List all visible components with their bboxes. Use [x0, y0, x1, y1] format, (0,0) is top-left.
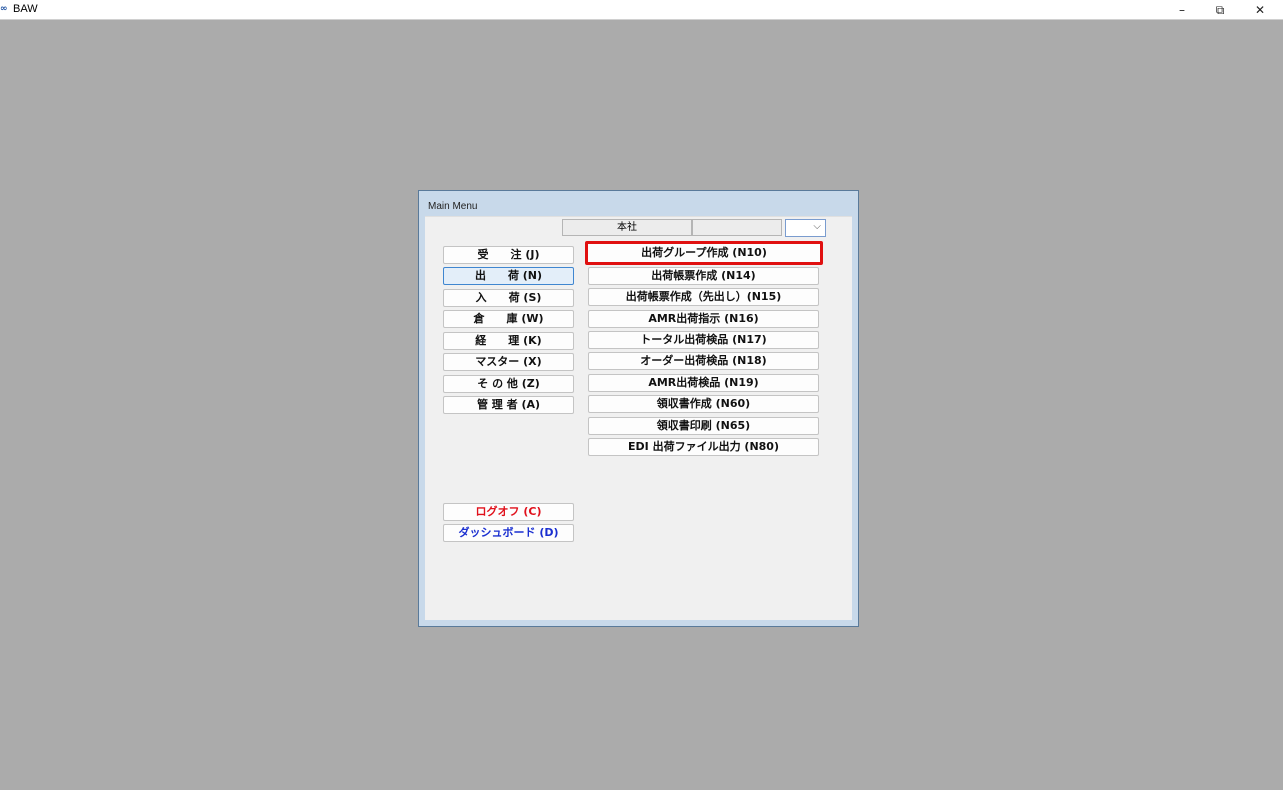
function-label: 出荷帳票作成 (N14)	[651, 269, 756, 282]
function-button-n19[interactable]: AMR出荷検品 (N19)	[588, 374, 819, 392]
category-button-master[interactable]: マスター (X)	[443, 353, 574, 371]
category-label: 管 理 者 (A)	[476, 398, 541, 411]
minimize-button[interactable]: –	[1162, 0, 1202, 20]
category-label: 倉 庫 (W)	[473, 312, 544, 325]
function-button-n10[interactable]: 出荷グループ作成 (N10)	[585, 241, 823, 265]
main-menu-window: Main Menu 本社 ⌵ 受 注 (J) 出 荷 (N) 入 荷 (S) 倉…	[418, 190, 859, 627]
function-button-n60[interactable]: 領収書作成 (N60)	[588, 395, 819, 413]
branch-extra-field	[692, 219, 782, 236]
function-label: AMR出荷検品 (N19)	[648, 376, 759, 389]
main-menu-title: Main Menu	[428, 201, 478, 212]
logoff-button[interactable]: ログオフ (C)	[443, 503, 574, 521]
dashboard-label: ダッシュボード (D)	[458, 526, 559, 539]
function-button-n15[interactable]: 出荷帳票作成（先出し）(N15)	[588, 288, 819, 306]
category-label: 入 荷 (S)	[475, 291, 542, 304]
category-button-receiving[interactable]: 入 荷 (S)	[443, 289, 574, 307]
function-button-n18[interactable]: オーダー出荷検品 (N18)	[588, 352, 819, 370]
branch-field: 本社	[562, 219, 692, 236]
function-label: トータル出荷検品 (N17)	[640, 333, 767, 346]
category-button-warehouse[interactable]: 倉 庫 (W)	[443, 310, 574, 328]
function-button-n65[interactable]: 領収書印刷 (N65)	[588, 417, 819, 435]
function-label: AMR出荷指示 (N16)	[648, 312, 759, 325]
function-label: オーダー出荷検品 (N18)	[640, 354, 767, 367]
category-button-order[interactable]: 受 注 (J)	[443, 246, 574, 264]
branch-select[interactable]: ⌵	[785, 219, 826, 237]
function-label: EDI 出荷ファイル出力 (N80)	[628, 440, 779, 453]
function-label: 領収書作成 (N60)	[656, 397, 751, 410]
main-menu-body: 本社 ⌵ 受 注 (J) 出 荷 (N) 入 荷 (S) 倉 庫 (W) 経 理…	[425, 216, 852, 620]
function-label: 出荷帳票作成（先出し）(N15)	[625, 290, 782, 303]
category-label: そ の 他 (Z)	[477, 377, 540, 390]
app-titlebar: ∞ BAW – ⧉ ✕	[0, 0, 1283, 20]
app-title: BAW	[13, 3, 38, 15]
category-button-admin[interactable]: 管 理 者 (A)	[443, 396, 574, 414]
function-label: 領収書印刷 (N65)	[656, 419, 751, 432]
restore-button[interactable]: ⧉	[1200, 0, 1240, 20]
logoff-label: ログオフ (C)	[475, 505, 542, 518]
function-button-n17[interactable]: トータル出荷検品 (N17)	[588, 331, 819, 349]
category-button-accounting[interactable]: 経 理 (K)	[443, 332, 574, 350]
category-label: 経 理 (K)	[475, 334, 542, 347]
category-button-shipping[interactable]: 出 荷 (N)	[443, 267, 574, 285]
function-button-n14[interactable]: 出荷帳票作成 (N14)	[588, 267, 819, 285]
function-label: 出荷グループ作成 (N10)	[641, 246, 767, 259]
category-label: 受 注 (J)	[477, 248, 540, 261]
close-button[interactable]: ✕	[1240, 0, 1280, 20]
category-label: マスター (X)	[475, 355, 542, 368]
function-button-n16[interactable]: AMR出荷指示 (N16)	[588, 310, 819, 328]
function-button-n80[interactable]: EDI 出荷ファイル出力 (N80)	[588, 438, 819, 456]
dashboard-button[interactable]: ダッシュボード (D)	[443, 524, 574, 542]
category-button-other[interactable]: そ の 他 (Z)	[443, 375, 574, 393]
chevron-down-icon: ⌵	[813, 221, 821, 232]
app-logo-icon: ∞	[0, 4, 8, 14]
category-label: 出 荷 (N)	[474, 269, 543, 282]
